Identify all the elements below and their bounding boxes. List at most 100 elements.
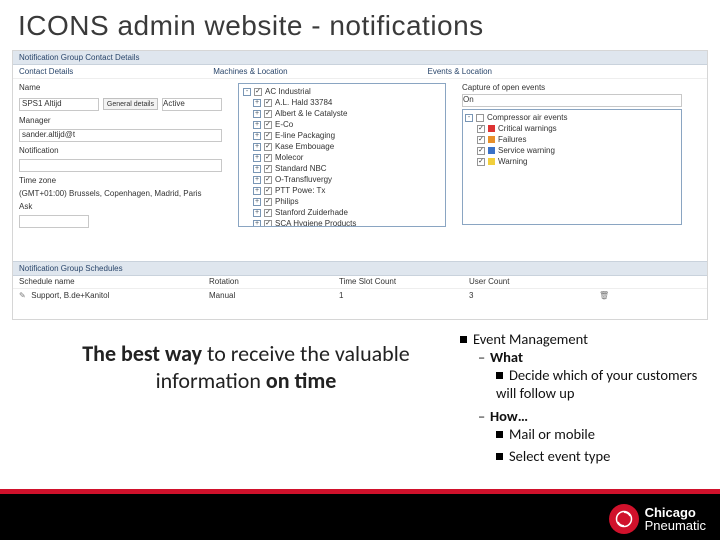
panel-body: Name SPS1 Altijd General details Active … [13,79,707,236]
tree-checkbox[interactable] [264,220,272,228]
event-item[interactable]: -Compressor air events [465,112,679,123]
tree-item[interactable]: + Stanford Zuiderhade [241,207,443,218]
event-tree[interactable]: -Compressor air eventsCritical warningsF… [462,109,682,225]
tree-item[interactable]: +PTT Powe: Tx [241,185,443,196]
tree-checkbox[interactable] [264,143,272,151]
panel-subheader: Contact Details Machines & Location Even… [13,65,707,79]
tagline-bold1: The best way [82,340,202,367]
tree-expand-icon[interactable]: + [253,198,261,206]
below-content: The best way to receive the valuable inf… [0,326,720,469]
tree-checkbox[interactable] [264,209,272,217]
tree-checkbox[interactable] [264,176,272,184]
dash-icon: – [478,407,486,425]
tree-collapse-icon[interactable]: - [243,88,251,96]
tree-item[interactable]: +Standard NBC [241,163,443,174]
schedules-table-head: Schedule name Rotation Time Slot Count U… [13,275,707,289]
event-checkbox[interactable] [477,136,485,144]
general-details-button[interactable]: General details [103,98,158,110]
tree-item-label: Philips [275,196,299,207]
tree-expand-icon[interactable]: + [253,121,261,129]
tree-expand-icon[interactable]: + [253,110,261,118]
table-row[interactable]: ✎ Support, B.de+Kanitol Manual 1 3 🗑 [13,289,707,302]
row-tz: Time zone [19,176,222,185]
bullet-decide: Decide which of your customers will foll… [496,366,712,402]
row-name: Name [19,83,222,92]
row-notif-input [19,159,222,172]
event-checkbox[interactable] [477,147,485,155]
label-manager: Manager [19,116,89,125]
tree-checkbox[interactable] [264,154,272,162]
tree-expand-icon[interactable]: + [253,99,261,107]
machine-tree[interactable]: - AC Industrial +A.L. Hald 33784+Albert … [238,83,446,227]
tree-item[interactable]: +Kase Embouage [241,141,443,152]
tree-checkbox[interactable] [264,99,272,107]
logo-text: Chicago Pneumatic [645,506,706,532]
row-ask-input [19,215,222,228]
tree-expand-icon[interactable]: + [253,220,261,228]
name-input[interactable]: SPS1 Altijd [19,98,99,111]
event-checkbox[interactable] [477,125,485,133]
event-checkbox[interactable] [477,158,485,166]
page-title: ICONS admin website - notifications [0,0,720,48]
tree-expand-icon[interactable]: + [253,154,261,162]
bullet-list: Event Management –What Decide which of y… [460,326,720,469]
event-item[interactable]: Critical warnings [465,123,679,134]
tree-checkbox[interactable] [264,121,272,129]
tree-expand-icon[interactable]: + [253,187,261,195]
event-checkbox[interactable] [476,114,484,122]
delete-icon[interactable]: 🗑 [599,291,629,300]
bullet-select-event: Select event type [496,447,712,465]
event-item[interactable]: Failures [465,134,679,145]
tree-expand-icon[interactable]: + [253,176,261,184]
event-select[interactable]: On [462,94,682,107]
sched-col-users: User Count [469,277,599,286]
status-select[interactable]: Active [162,98,222,111]
tree-expand-icon[interactable]: + [253,209,261,217]
tree-expand-icon[interactable]: + [253,143,261,151]
bullet-event-mgmt: Event Management [460,330,712,348]
tree-checkbox[interactable] [254,88,262,96]
col-events: Capture of open events On -Compressor ai… [456,79,707,236]
event-item[interactable]: Service warning [465,145,679,156]
tree-expand-icon[interactable]: + [253,165,261,173]
dash-icon: – [478,348,486,366]
tree-item-label: O-Transfluvergy [275,174,332,185]
sched-col-name: Schedule name [19,277,209,286]
tree-checkbox[interactable] [264,187,272,195]
event-item[interactable]: Warning [465,156,679,167]
schedules-header: Notification Group Schedules [13,261,707,276]
ask-input[interactable] [19,215,89,228]
tree-item[interactable]: + Molecor [241,152,443,163]
tree-item-label: Albert & le Catalyste [275,108,347,119]
panel-header-a: Notification Group Contact Details [19,53,140,62]
tree-item[interactable]: +SCA Hygiene Products [241,218,443,227]
tree-root[interactable]: - AC Industrial [241,86,443,97]
tree-item[interactable]: + O-Transfluvergy [241,174,443,185]
manager-input[interactable]: sander.altijd@t [19,129,222,142]
tree-collapse-icon[interactable]: - [465,114,473,122]
bullet-mail: Mail or mobile [496,425,712,443]
edit-icon[interactable]: ✎ [19,291,29,300]
col-machines: - AC Industrial +A.L. Hald 33784+Albert … [232,79,452,236]
tree-item[interactable]: + Albert & le Catalyste [241,108,443,119]
colhead-c: Events & Location [428,67,492,76]
severity-icon [488,125,495,132]
tree-checkbox[interactable] [264,198,272,206]
square-bullet-icon [496,453,503,460]
tree-item[interactable]: + Philips [241,196,443,207]
tree-item-label: Molecor [275,152,303,163]
tree-checkbox[interactable] [264,132,272,140]
colhead-b: Machines & Location [213,67,287,76]
notif-input[interactable] [19,159,222,172]
sched-col-slots: Time Slot Count [339,277,469,286]
tree-expand-icon[interactable]: + [253,132,261,140]
tree-item[interactable]: +E-line Packaging [241,130,443,141]
tree-item[interactable]: +A.L. Hald 33784 [241,97,443,108]
tree-checkbox[interactable] [264,110,272,118]
label-tz: Time zone [19,176,89,185]
tree-item[interactable]: +E-Co [241,119,443,130]
event-select-label: Capture of open events [462,83,701,92]
tree-item-label: Stanford Zuiderhade [275,207,348,218]
row-manager: Manager [19,116,222,125]
tree-checkbox[interactable] [264,165,272,173]
